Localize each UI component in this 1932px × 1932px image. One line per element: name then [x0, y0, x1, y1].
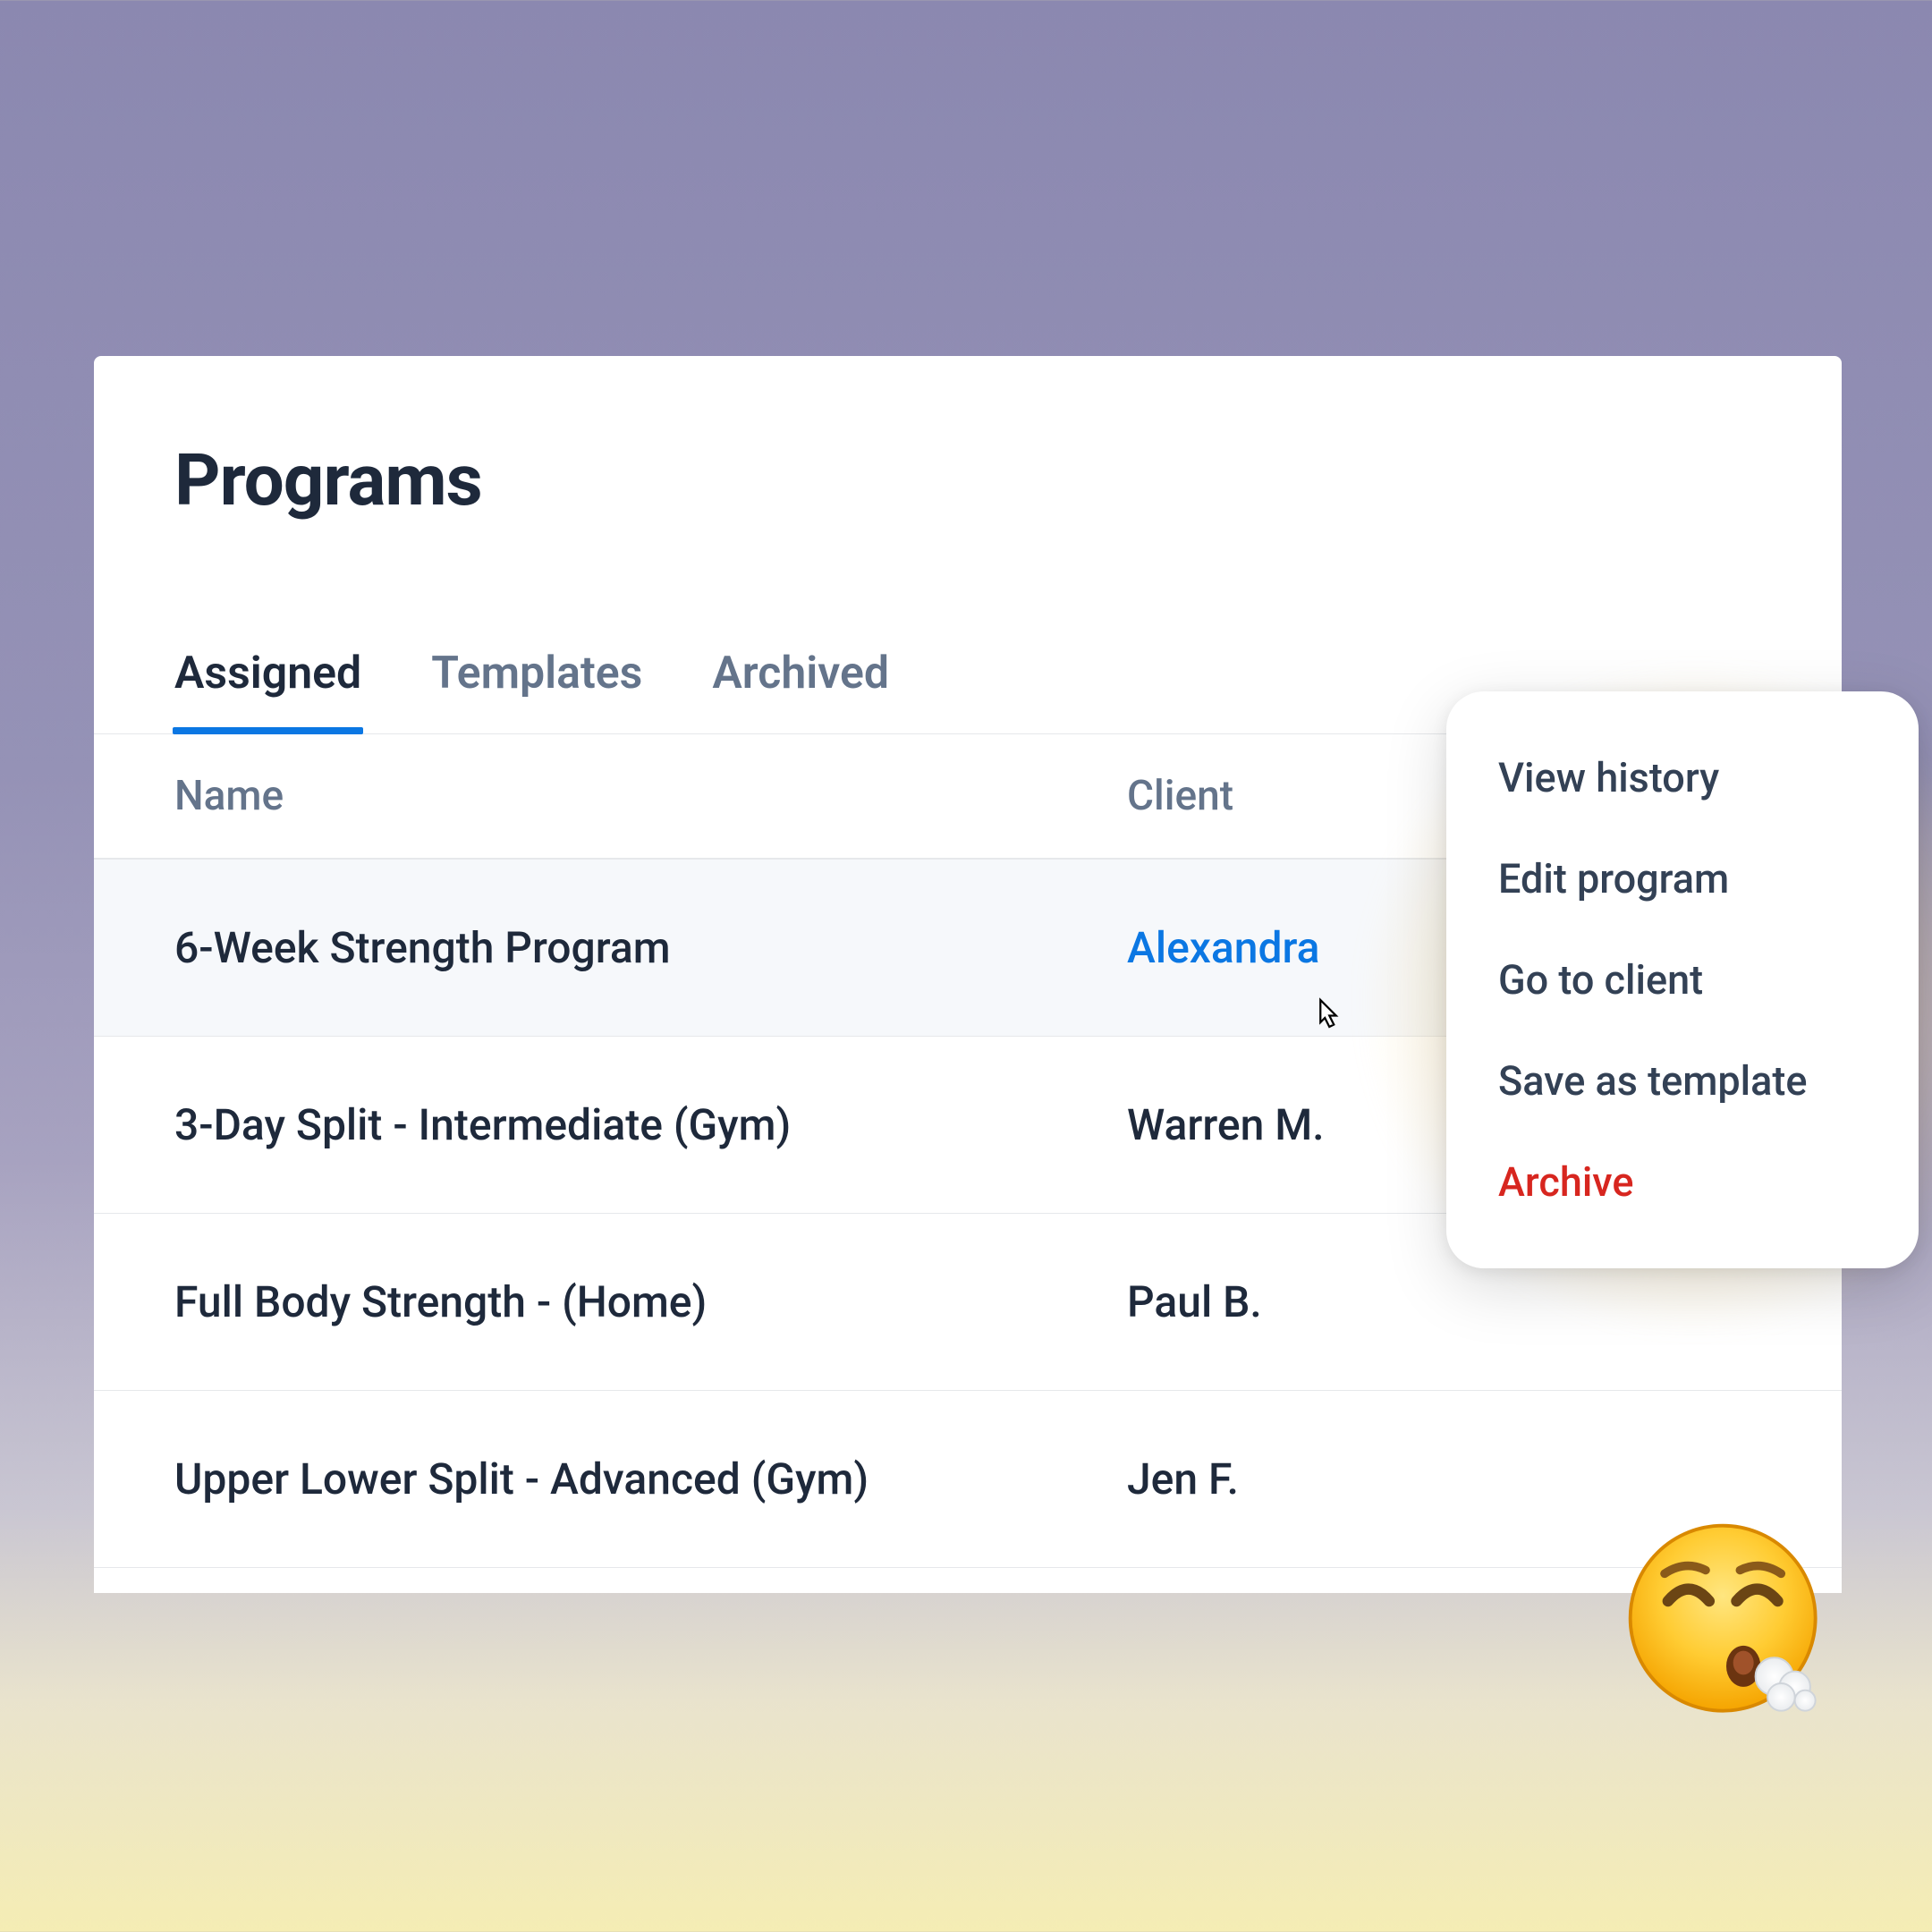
table-row[interactable]: Upper Lower Split - Advanced (Gym) Jen F…: [94, 1391, 1842, 1568]
menu-view-history[interactable]: View history: [1446, 727, 1919, 828]
page-title: Programs: [94, 356, 1842, 522]
program-name: Upper Lower Split - Advanced (Gym): [174, 1453, 1127, 1504]
program-name: 6-Week Strength Program: [174, 922, 1127, 973]
context-menu: View history Edit program Go to client S…: [1446, 691, 1919, 1268]
client-name: Paul B.: [1127, 1276, 1761, 1327]
programs-card: Programs Assigned Templates Archived Nam…: [94, 356, 1842, 1593]
menu-go-to-client[interactable]: Go to client: [1446, 929, 1919, 1030]
menu-archive[interactable]: Archive: [1446, 1131, 1919, 1233]
menu-edit-program[interactable]: Edit program: [1446, 828, 1919, 929]
tab-archived[interactable]: Archived: [712, 648, 889, 733]
client-name: Jen F.: [1127, 1453, 1761, 1504]
column-header-name: Name: [174, 772, 1127, 820]
menu-save-as-template[interactable]: Save as template: [1446, 1030, 1919, 1131]
program-name: Full Body Strength - (Home): [174, 1276, 1127, 1327]
program-name: 3-Day Split - Intermediate (Gym): [174, 1099, 1127, 1150]
exhale-emoji-icon: [1623, 1519, 1829, 1724]
tab-templates[interactable]: Templates: [431, 648, 642, 733]
tab-assigned[interactable]: Assigned: [174, 648, 361, 733]
